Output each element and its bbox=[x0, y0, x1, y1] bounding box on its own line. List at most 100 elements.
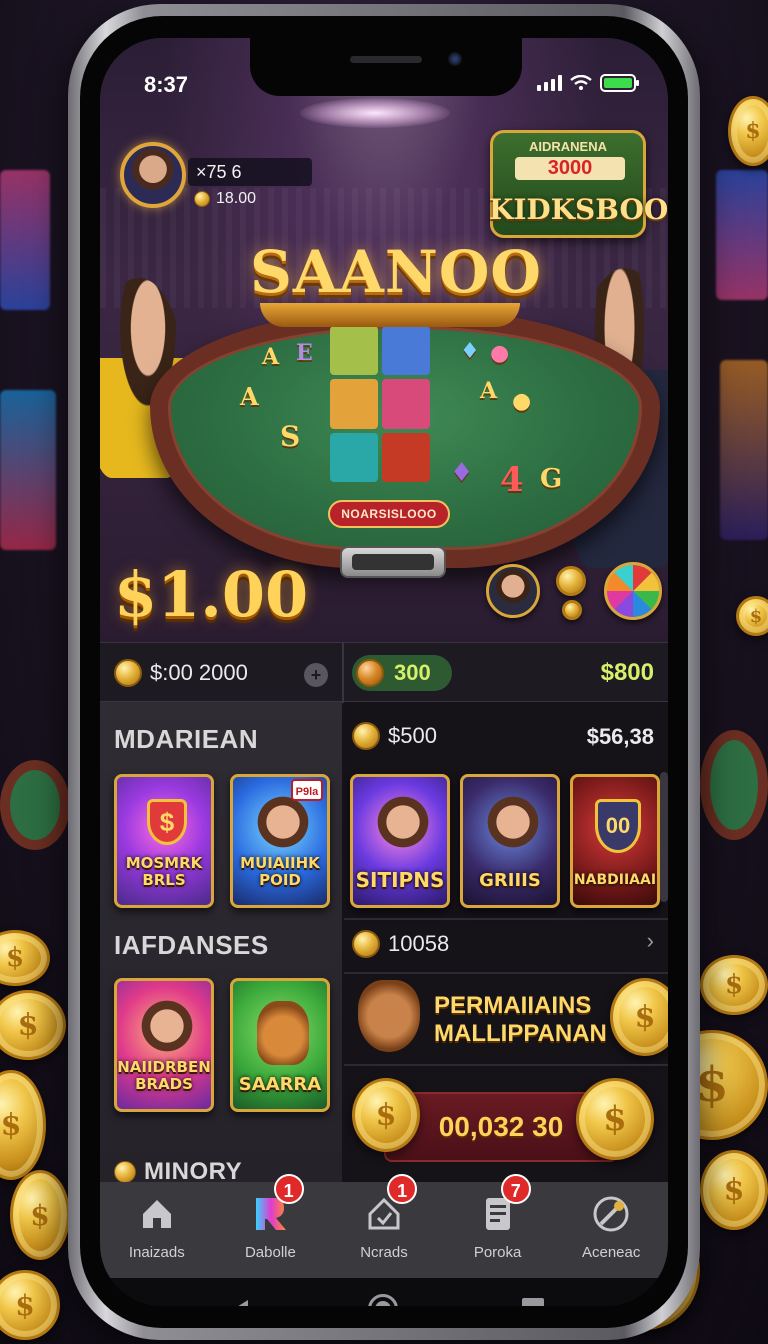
coin-icon: $ bbox=[0, 990, 66, 1060]
bg-screen bbox=[0, 390, 56, 550]
tab-games[interactable]: 1 Dabolle bbox=[214, 1174, 328, 1278]
notification-badge: 1 bbox=[387, 1174, 418, 1204]
coin-icon bbox=[562, 600, 582, 620]
row-stat-value: 10058 bbox=[388, 931, 450, 956]
section-title: MDARIEAN bbox=[114, 724, 259, 754]
shield-icon: $ bbox=[147, 799, 187, 845]
tab-label: Ncrads bbox=[360, 1244, 408, 1261]
coin-icon bbox=[352, 930, 380, 958]
symbol-icon: S bbox=[280, 420, 301, 453]
coin-icon: $ bbox=[0, 1270, 60, 1340]
status-icons bbox=[537, 74, 639, 92]
game-card[interactable]: GRIIIS bbox=[460, 774, 560, 908]
signal-icon bbox=[537, 75, 562, 91]
wheel-icon[interactable] bbox=[604, 562, 662, 620]
game-card[interactable]: SAARRA bbox=[230, 978, 330, 1112]
tab-label: Aceneac bbox=[581, 1244, 641, 1261]
recents-icon[interactable] bbox=[522, 1298, 544, 1306]
game-card[interactable]: 00 NABDIIAAI bbox=[570, 774, 660, 908]
bonus-pill-amount: 300 bbox=[394, 660, 431, 685]
notification-badge: 1 bbox=[273, 1174, 304, 1204]
coin-icon: $ bbox=[728, 96, 768, 166]
coin-icon bbox=[194, 191, 210, 207]
reel-cell bbox=[382, 326, 430, 376]
tab-tasks[interactable]: 7 Poroka bbox=[441, 1174, 555, 1278]
home-icon bbox=[142, 1200, 171, 1228]
game-card-label: SAARRA bbox=[238, 1074, 322, 1095]
reel-cell bbox=[382, 432, 430, 482]
bonus-pill[interactable]: 300 bbox=[352, 655, 452, 691]
game-card-label: NABDIIAAI bbox=[573, 872, 657, 888]
divider bbox=[344, 918, 668, 920]
system-nav-bar bbox=[100, 1278, 668, 1306]
home-button-icon[interactable] bbox=[368, 1294, 398, 1306]
wallet-right-amount: $800 bbox=[600, 659, 654, 686]
row-right-amount: $56,38 bbox=[586, 724, 654, 749]
wifi-icon bbox=[570, 75, 592, 90]
chevron-right-icon[interactable]: › bbox=[647, 928, 654, 954]
character-portrait bbox=[255, 795, 311, 855]
wallet-bar: $:00 2000 + 300 $800 bbox=[100, 642, 668, 703]
symbol-icon: A bbox=[240, 382, 259, 411]
profile-icon[interactable] bbox=[486, 564, 540, 618]
reel-cell bbox=[330, 379, 378, 429]
coin-icon bbox=[356, 659, 384, 687]
player-coins-value: 18.00 bbox=[216, 190, 257, 207]
symbol-icon: G bbox=[540, 464, 563, 494]
coin-icon bbox=[114, 1161, 136, 1183]
promo-line: PERMAIIAINS bbox=[434, 992, 592, 1019]
avatar[interactable] bbox=[120, 142, 186, 208]
symbol-icon: E bbox=[296, 340, 313, 366]
divider bbox=[342, 643, 344, 703]
tab-settings[interactable]: Aceneac bbox=[554, 1182, 668, 1278]
promo-line: MALLIPPANAN bbox=[434, 1020, 607, 1047]
player-name: ×75 6 bbox=[188, 158, 312, 186]
tab-label: Inaizads bbox=[128, 1244, 185, 1261]
reel-cell bbox=[382, 379, 430, 429]
reel-cell bbox=[330, 432, 378, 482]
bg-screen bbox=[0, 170, 50, 310]
status-bar: 8:37 bbox=[100, 38, 668, 97]
character-portrait bbox=[485, 795, 541, 855]
tab-home[interactable]: Inaizads bbox=[100, 1182, 214, 1278]
divider bbox=[344, 972, 668, 974]
game-card-label: GRIIIS bbox=[479, 870, 541, 891]
symbol-icon: ♦ bbox=[460, 338, 480, 364]
symbol-icon: ♦ bbox=[450, 458, 474, 488]
balance-amount: $1.00 bbox=[114, 558, 309, 631]
wallet-left-amount: $:00 2000 bbox=[150, 660, 248, 685]
game-card-label: MOSMRK BRLS bbox=[125, 854, 203, 889]
back-icon[interactable] bbox=[232, 1300, 248, 1306]
scrollbar[interactable] bbox=[660, 772, 668, 902]
symbol-icon: ● bbox=[490, 340, 510, 366]
add-funds-button[interactable]: + bbox=[304, 663, 328, 687]
spotlight bbox=[300, 98, 450, 128]
promo-banner[interactable]: PERMAIIAINS MALLIPPANAN bbox=[434, 992, 607, 1048]
camel-character bbox=[257, 1001, 309, 1065]
tab-label: Dabolle bbox=[244, 1244, 296, 1261]
player-coins: 18.00 bbox=[194, 190, 256, 208]
game-card[interactable]: P9la MUIAIIHK POID bbox=[230, 774, 330, 908]
bg-table bbox=[0, 760, 70, 850]
game-scene[interactable]: A E A S ♦ ● A ● 4 ♦ G NOARSISLOOO SAANOO… bbox=[100, 38, 668, 648]
game-card[interactable]: $ MOSMRK BRLS bbox=[114, 774, 214, 908]
game-card[interactable]: NAIIDRBEN BRADS bbox=[114, 978, 214, 1112]
coin-icon: $ bbox=[10, 1170, 70, 1260]
title-ribbon bbox=[260, 303, 520, 327]
coin-icon: $ bbox=[700, 955, 768, 1015]
chip-tray bbox=[340, 546, 446, 578]
tab-bar: Inaizads 1 Dabolle 1 Ncrads 7 Poroka Ace… bbox=[100, 1174, 668, 1278]
event-badge[interactable]: AIDRANENA 3000 KIDKSBOO bbox=[489, 130, 668, 238]
reel-grid bbox=[330, 326, 430, 482]
table-banner[interactable]: NOARSISLOOO bbox=[328, 500, 450, 528]
right-panel: $500 $56,38 SITIPNS GRIIIS 00 NABDIIAAI bbox=[344, 702, 668, 1182]
notification-badge: 7 bbox=[500, 1174, 531, 1204]
status-time: 8:37 bbox=[144, 72, 189, 97]
tab-rewards[interactable]: 1 Ncrads bbox=[327, 1174, 441, 1278]
phone-frame: A E A S ♦ ● A ● 4 ♦ G NOARSISLOOO SAANOO… bbox=[68, 4, 700, 1340]
coin-icon bbox=[556, 566, 586, 596]
game-card-label: MUIAIIHK POID bbox=[240, 854, 320, 889]
game-card[interactable]: SITIPNS bbox=[350, 774, 450, 908]
coin-icon bbox=[114, 659, 142, 687]
coin-icon: $ bbox=[352, 1078, 420, 1152]
